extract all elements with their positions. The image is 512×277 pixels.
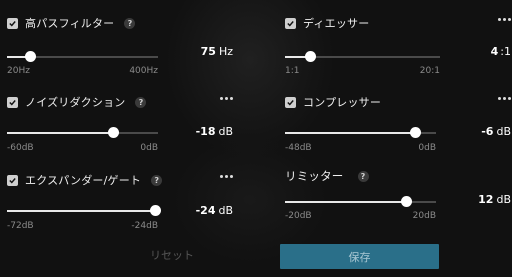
deesser-value: 4:1	[490, 45, 511, 58]
highpass-max-label: 400Hz	[129, 66, 158, 76]
compressor-max-label: 0dB	[418, 143, 436, 153]
save-button-label: 保存	[348, 250, 371, 264]
expander-min-label: -72dB	[7, 221, 34, 231]
limiter-min-label: -20dB	[285, 211, 312, 221]
expander-slider-fill	[7, 210, 155, 212]
limiter-title: リミッター	[285, 169, 344, 183]
expander-max-label: -24dB	[131, 221, 158, 231]
highpass-checkbox[interactable]	[7, 17, 18, 29]
more-options-icon[interactable]	[498, 18, 511, 21]
check-icon	[9, 99, 16, 106]
expander-title: エクスパンダー/ゲート	[25, 174, 142, 187]
highpass-slider-thumb[interactable]	[25, 51, 36, 62]
expander-slider-thumb[interactable]	[150, 205, 161, 216]
noise-reduction-slider[interactable]	[7, 127, 158, 138]
limiter-slider-thumb[interactable]	[401, 196, 412, 207]
deesser-slider-thumb[interactable]	[305, 51, 316, 62]
compressor-value: -6 dB	[481, 125, 511, 138]
noise-reduction-slider-fill	[7, 132, 113, 134]
reset-button[interactable]: リセット	[150, 247, 194, 263]
check-icon	[287, 20, 294, 27]
help-icon[interactable]: ?	[151, 174, 163, 186]
limiter-slider[interactable]	[285, 196, 436, 207]
compressor-title: コンプレッサー	[303, 96, 382, 109]
expander-value: -24 dB	[195, 204, 233, 217]
expander-slider[interactable]	[7, 205, 161, 216]
expander-checkbox[interactable]	[7, 174, 18, 186]
noise-reduction-value: -18 dB	[195, 125, 233, 138]
save-button[interactable]: 保存	[280, 244, 439, 269]
noise-reduction-checkbox[interactable]	[7, 96, 18, 108]
highpass-min-label: 20Hz	[7, 66, 30, 76]
limiter-max-label: 20dB	[412, 211, 436, 221]
noise-reduction-title: ノイズリダクション	[25, 96, 126, 109]
help-icon[interactable]: ?	[357, 170, 369, 182]
deesser-min-label: 1:1	[285, 66, 300, 76]
compressor-min-label: -48dB	[285, 143, 312, 153]
more-options-icon[interactable]	[498, 97, 511, 100]
noise-reduction-slider-thumb[interactable]	[108, 127, 119, 138]
highpass-title: 高パスフィルター	[25, 17, 115, 30]
deesser-title: ディエッサー	[303, 17, 370, 30]
noise-reduction-max-label: 0dB	[140, 143, 158, 153]
noise-reduction-min-label: -60dB	[7, 143, 34, 153]
limiter-value: 12 dB	[478, 193, 511, 206]
check-icon	[9, 20, 16, 27]
compressor-slider[interactable]	[285, 127, 436, 138]
check-icon	[287, 99, 294, 106]
limiter-slider-fill	[285, 201, 406, 203]
deesser-slider[interactable]	[285, 51, 440, 62]
compressor-slider-thumb[interactable]	[410, 127, 421, 138]
more-options-icon[interactable]	[220, 97, 233, 100]
highpass-value: 75 Hz	[200, 45, 233, 58]
compressor-slider-fill	[285, 132, 415, 134]
deesser-max-label: 20:1	[419, 66, 440, 76]
deesser-checkbox[interactable]	[285, 17, 296, 29]
compressor-checkbox[interactable]	[285, 96, 296, 108]
help-icon[interactable]: ?	[124, 17, 136, 29]
check-icon	[9, 177, 16, 184]
help-icon[interactable]: ?	[135, 96, 147, 108]
more-options-icon[interactable]	[220, 175, 233, 178]
highpass-slider[interactable]	[7, 51, 158, 62]
